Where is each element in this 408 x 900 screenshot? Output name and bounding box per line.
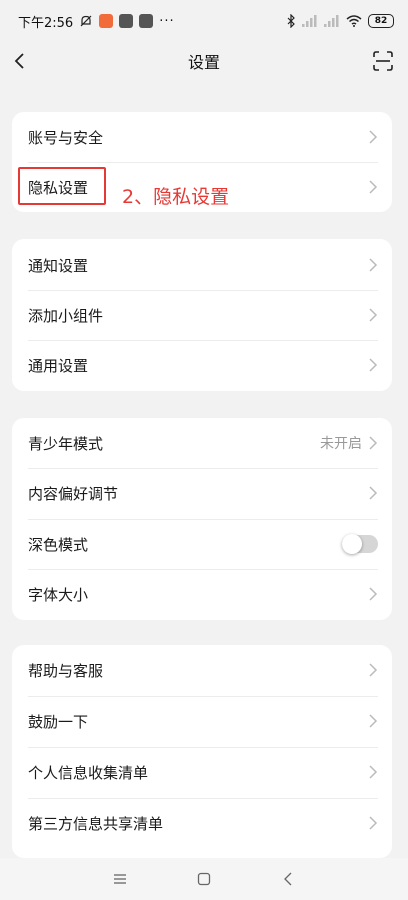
header: 设置 (0, 42, 408, 80)
scan-icon[interactable] (372, 50, 394, 72)
settings-item-right: 未开启 (320, 433, 378, 453)
home-button[interactable] (194, 869, 214, 889)
settings-item-right (368, 714, 378, 728)
status-time: 下午2:56 (18, 15, 74, 31)
settings-item-right (368, 358, 378, 372)
settings-item-widgets[interactable]: 添加小组件 (28, 290, 378, 340)
more-notifications: ··· (159, 13, 175, 29)
dark-mode-toggle[interactable] (342, 534, 378, 554)
settings-item-notifications[interactable]: 通知设置 (28, 240, 378, 290)
app-notification-icon (119, 14, 134, 28)
menu-button[interactable] (110, 869, 130, 889)
settings-item-label: 账号与安全 (28, 128, 104, 147)
status-right: 82 (286, 14, 394, 28)
page-title: 设置 (187, 53, 220, 72)
system-nav-bar (0, 858, 408, 900)
settings-group-help: 帮助与客服 鼓励一下 个人信息收集清单 第三方信息共享清单 (12, 645, 392, 858)
chevron-right-icon (369, 358, 378, 372)
annotation-highlight-box (18, 167, 106, 205)
settings-item-right (368, 663, 378, 677)
settings-item-right (368, 130, 378, 144)
chevron-right-icon (369, 180, 378, 194)
settings-item-right (368, 180, 378, 194)
bluetooth-icon (287, 14, 295, 28)
chevron-right-icon (369, 714, 378, 728)
settings-item-dark-mode: 深色模式 (28, 519, 378, 569)
settings-item-right (342, 534, 378, 554)
settings-item-label: 个人信息收集清单 (28, 763, 149, 782)
settings-item-label: 深色模式 (28, 535, 89, 554)
menu-icon (114, 874, 126, 884)
settings-item-label: 帮助与客服 (28, 661, 104, 680)
settings-item-label: 字体大小 (28, 585, 89, 604)
settings-item-right (368, 258, 378, 272)
settings-item-label: 通知设置 (28, 256, 89, 275)
chevron-left-icon[interactable] (10, 50, 32, 72)
back-button[interactable] (278, 869, 298, 889)
settings-item-right (368, 816, 378, 830)
chevron-right-icon (369, 587, 378, 601)
settings-item-label: 青少年模式 (28, 434, 104, 453)
app-notification-icon (99, 14, 114, 28)
chevron-right-icon (369, 308, 378, 322)
settings-group-general: 通知设置 添加小组件 通用设置 (12, 239, 392, 391)
settings-item-right (368, 486, 378, 500)
home-icon (197, 872, 211, 886)
settings-item-teen-mode[interactable]: 青少年模式 未开启 (28, 418, 378, 468)
settings-item-right (368, 765, 378, 779)
settings-item-encourage[interactable]: 鼓励一下 (28, 696, 378, 746)
settings-item-third-party-sharing[interactable]: 第三方信息共享清单 (28, 798, 378, 848)
nav-back-icon (284, 872, 292, 886)
settings-item-help-support[interactable]: 帮助与客服 (28, 645, 378, 695)
chevron-right-icon (369, 663, 378, 677)
toggle-knob (342, 534, 362, 554)
settings-item-label: 添加小组件 (28, 306, 104, 325)
signal-icon (302, 15, 317, 27)
chevron-right-icon (369, 816, 378, 830)
bell-off-icon (80, 15, 92, 27)
app-notification-icon (139, 14, 154, 28)
settings-item-personal-info-list[interactable]: 个人信息收集清单 (28, 747, 378, 797)
settings-item-general[interactable]: 通用设置 (28, 340, 378, 390)
chevron-right-icon (369, 130, 378, 144)
settings-item-label: 内容偏好调节 (28, 484, 119, 503)
settings-item-right (368, 587, 378, 601)
settings-group-display: 青少年模式 未开启 内容偏好调节 深色模式 字体大小 (12, 418, 392, 620)
settings-item-account-security[interactable]: 账号与安全 (28, 112, 378, 162)
settings-item-right (368, 308, 378, 322)
battery-indicator: 82 (368, 14, 394, 28)
settings-item-value: 未开启 (320, 436, 362, 452)
wifi-icon (346, 15, 362, 27)
status-left: 下午2:56 ··· (18, 12, 175, 31)
signal-icon (324, 15, 339, 27)
settings-item-font-size[interactable]: 字体大小 (28, 569, 378, 619)
settings-item-label: 第三方信息共享清单 (28, 814, 164, 833)
settings-item-label: 鼓励一下 (28, 712, 89, 731)
settings-item-label: 通用设置 (28, 356, 89, 375)
annotation-text: 2、隐私设置 (122, 186, 230, 208)
chevron-right-icon (369, 436, 378, 450)
settings-item-content-preference[interactable]: 内容偏好调节 (28, 468, 378, 518)
status-bar: 下午2:56 ··· 82 (0, 0, 408, 42)
chevron-right-icon (369, 258, 378, 272)
chevron-right-icon (369, 765, 378, 779)
chevron-right-icon (369, 486, 378, 500)
